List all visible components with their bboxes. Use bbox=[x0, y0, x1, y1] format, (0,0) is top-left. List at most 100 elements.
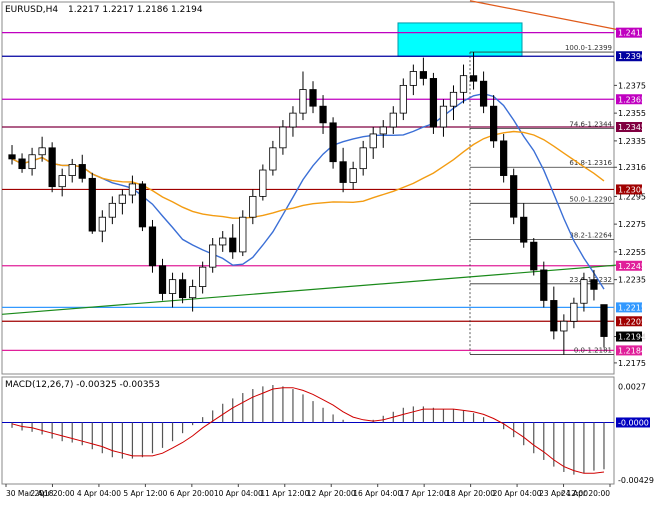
macd-tick-label: 0.0027 bbox=[618, 382, 646, 391]
macd-title: MACD(12,26,7) -0.00325 -0.00353 bbox=[5, 380, 160, 390]
candle-body bbox=[530, 241, 538, 271]
candle-body bbox=[148, 226, 157, 267]
candle-body bbox=[279, 126, 287, 149]
level-label: 1.2345 bbox=[618, 123, 646, 132]
level-label: 1.2396 bbox=[618, 52, 646, 61]
candle-body bbox=[68, 164, 76, 176]
time-tick-label: 6 Apr 20:00 bbox=[170, 489, 214, 498]
time-tick-label: 17 Apr 12:00 bbox=[400, 489, 449, 498]
candle-body bbox=[309, 89, 317, 107]
candle-body bbox=[479, 80, 488, 107]
candle-body bbox=[168, 279, 177, 294]
level-label: 1.2215 bbox=[618, 303, 646, 312]
time-tick-label: 18 Apr 20:00 bbox=[446, 489, 495, 498]
price-tick-label: 1.2335 bbox=[618, 137, 646, 146]
candle-body bbox=[319, 105, 327, 124]
time-tick-label: 24 Apr 20:00 bbox=[561, 489, 610, 498]
candle-body bbox=[249, 195, 257, 218]
level-label: 1.2205 bbox=[618, 317, 646, 326]
fib-label: 38.2-1.2264 bbox=[569, 231, 612, 239]
candle-body bbox=[510, 175, 518, 218]
current-price-label: 1.2194 bbox=[618, 333, 646, 342]
fib-label: 74.6-1.2344 bbox=[569, 120, 612, 128]
level-label: 1.2300 bbox=[618, 185, 646, 194]
candle-body bbox=[359, 147, 367, 170]
candle-body bbox=[18, 158, 26, 170]
fib-label: 0.0-1.2181 bbox=[574, 347, 612, 355]
candle-body bbox=[560, 320, 568, 332]
candle-body bbox=[78, 164, 86, 179]
candle-body bbox=[118, 194, 126, 204]
candle-body bbox=[590, 279, 598, 290]
candle-body bbox=[399, 84, 407, 114]
candle-body bbox=[550, 300, 558, 332]
chart-root: 1.2375 1.2355 1.2335 1.2316 1.2295 1.2275 1.22… bbox=[0, 0, 670, 504]
candle-body bbox=[329, 122, 337, 163]
candle-body bbox=[219, 237, 227, 246]
time-tick-label: 5 Apr 12:00 bbox=[123, 489, 167, 498]
candle-body bbox=[289, 112, 297, 128]
candle-body bbox=[459, 75, 468, 93]
candle-body bbox=[239, 216, 247, 253]
time-tick-label: 20 Apr 04:00 bbox=[493, 489, 542, 498]
candle-body bbox=[108, 202, 116, 218]
candle-body bbox=[138, 183, 147, 228]
candle-body bbox=[259, 169, 267, 197]
time-tick-label: 2 Apr 20:00 bbox=[30, 489, 74, 498]
candle-body bbox=[128, 183, 137, 196]
candle-body bbox=[490, 105, 498, 142]
candle-body bbox=[580, 279, 588, 304]
candle-body bbox=[520, 216, 528, 243]
candle-body bbox=[48, 147, 56, 188]
candle-body bbox=[269, 147, 277, 171]
level-label: 1.2413 bbox=[618, 29, 646, 38]
candle-body bbox=[349, 168, 357, 183]
price-tick-label: 1.2275 bbox=[618, 220, 646, 229]
candle-body bbox=[409, 71, 417, 86]
time-tick-label: 4 Apr 04:00 bbox=[77, 489, 121, 498]
candle-body bbox=[379, 126, 387, 135]
price-tick-label: 1.2235 bbox=[618, 276, 646, 285]
price-tick-label: 1.2355 bbox=[618, 109, 646, 118]
candle-body bbox=[8, 154, 16, 160]
candle-body bbox=[600, 304, 608, 337]
candle-body bbox=[339, 161, 347, 183]
candle-body bbox=[58, 175, 66, 188]
level-label: 1.2365 bbox=[618, 95, 646, 104]
chart-background bbox=[0, 0, 670, 504]
price-tick-label: 1.2175 bbox=[618, 359, 646, 368]
candle-body bbox=[389, 112, 397, 128]
candle-body bbox=[209, 244, 217, 268]
candle-body bbox=[469, 75, 478, 82]
candle-body bbox=[38, 147, 46, 156]
level-label: 1.2184 bbox=[618, 346, 646, 355]
level-label: 1.2245 bbox=[618, 262, 646, 271]
candle-body bbox=[439, 105, 448, 128]
time-tick-label: 10 Apr 04:00 bbox=[214, 489, 263, 498]
fib-label: 100.0-1.2399 bbox=[565, 44, 612, 52]
resistance-zone bbox=[397, 22, 523, 57]
time-tick-label: 16 Apr 04:00 bbox=[353, 489, 402, 498]
candle-body bbox=[28, 154, 36, 170]
candle-body bbox=[88, 177, 96, 232]
candle-body bbox=[449, 91, 458, 107]
time-tick-label: 11 Apr 12:00 bbox=[260, 489, 309, 498]
fib-label: 61.8-1.2316 bbox=[569, 159, 612, 167]
candle-body bbox=[178, 279, 187, 299]
chart-svg: 1.23751.23551.23351.23161.22951.22751.22… bbox=[0, 0, 670, 504]
chart-ohlc: 1.2217 1.2217 1.2186 1.2194 bbox=[68, 5, 203, 15]
candle-body bbox=[189, 286, 197, 299]
fib-label: 50.0-1.2290 bbox=[569, 195, 612, 203]
candle-body bbox=[299, 89, 307, 114]
candle-body bbox=[158, 265, 167, 294]
candle-body bbox=[369, 133, 377, 149]
time-tick-label: 12 Apr 20:00 bbox=[307, 489, 356, 498]
price-tick-label: 1.2316 bbox=[618, 163, 646, 172]
candle-body bbox=[229, 237, 237, 253]
candle-body bbox=[500, 140, 508, 176]
chart-symbol: EURUSD,H4 bbox=[5, 5, 58, 15]
candle-body bbox=[429, 78, 438, 128]
candle-body bbox=[570, 302, 578, 322]
macd-tick-label: -0.00429 bbox=[618, 476, 654, 485]
candle-body bbox=[419, 71, 427, 79]
